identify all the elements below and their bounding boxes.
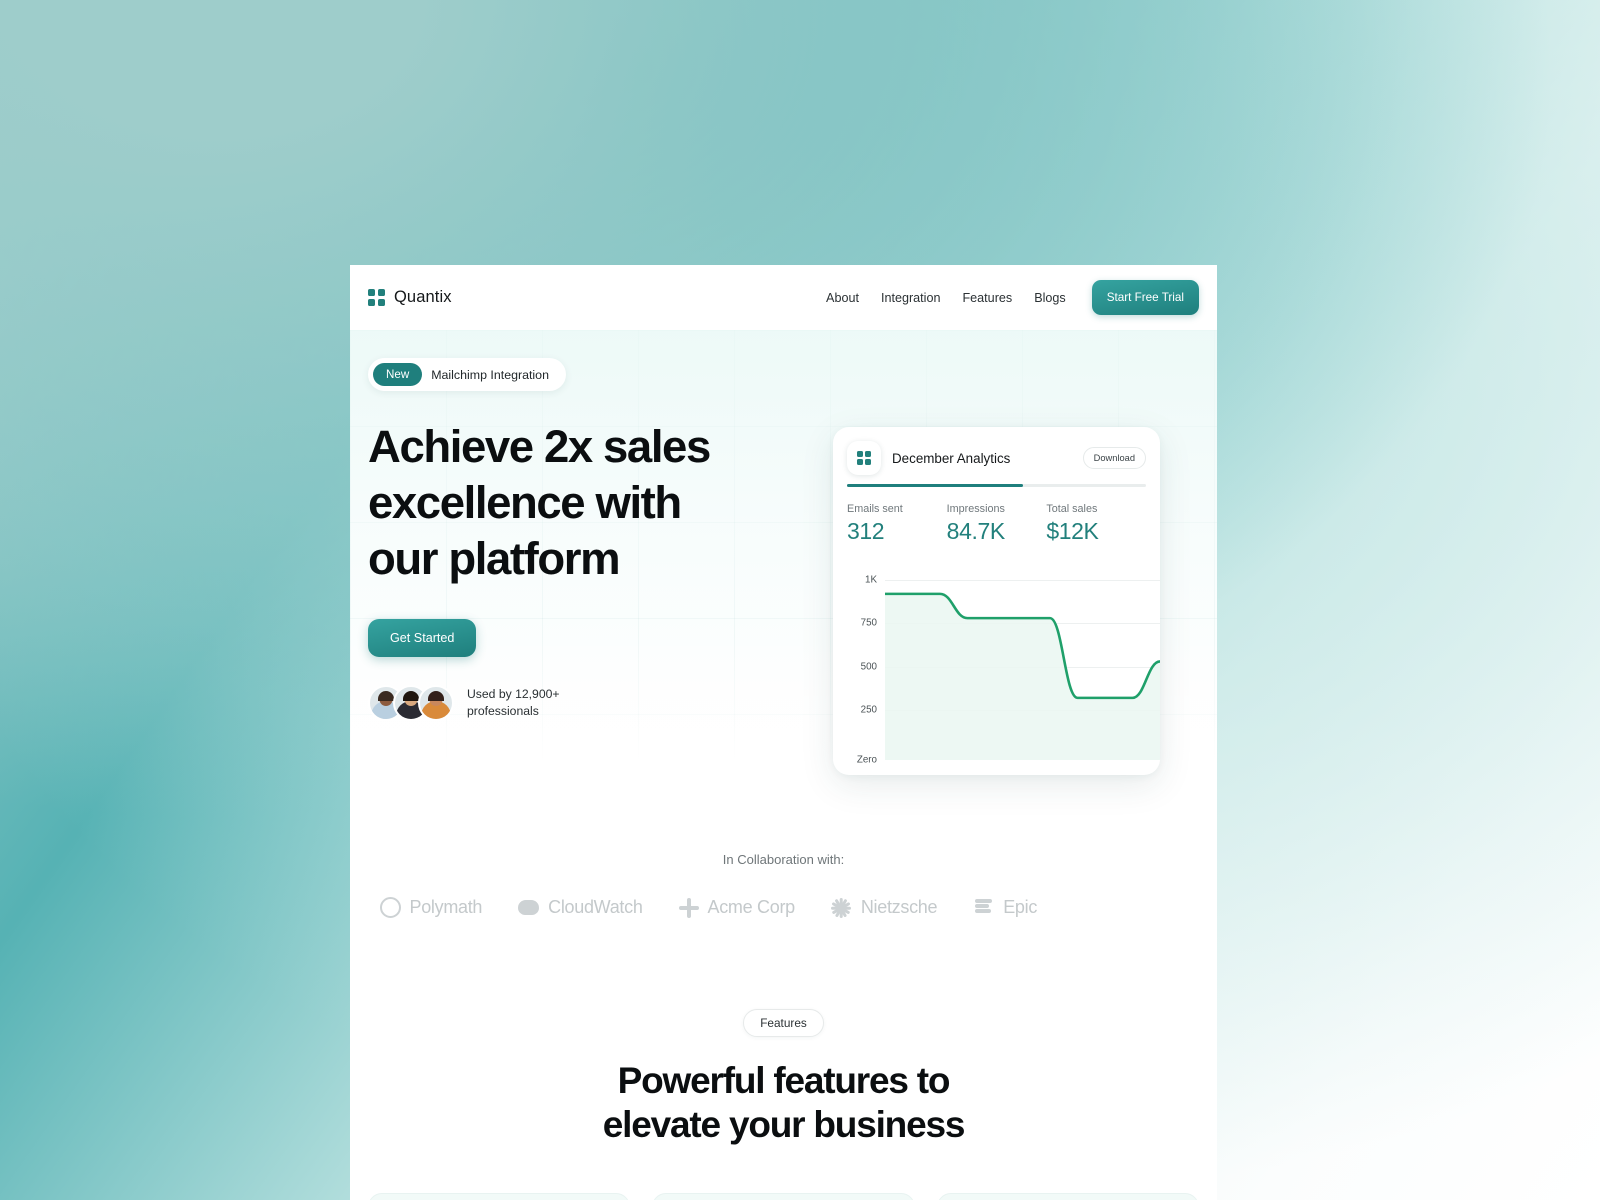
chart-tick-label: 500 bbox=[860, 661, 877, 673]
features-section: Features Powerful features to elevate yo… bbox=[350, 1009, 1217, 1200]
feature-card[interactable] bbox=[936, 1193, 1199, 1200]
partner-logo-cloudwatch: CloudWatch bbox=[518, 897, 643, 918]
partner-name: Polymath bbox=[409, 897, 483, 917]
download-button[interactable]: Download bbox=[1082, 447, 1146, 469]
partner-name: Epic bbox=[1003, 897, 1038, 917]
sparkle-icon bbox=[679, 898, 699, 918]
partner-logo-epic: Epic bbox=[973, 897, 1037, 918]
feature-cards bbox=[350, 1193, 1217, 1200]
chart-line-series bbox=[885, 592, 1160, 760]
nav-item-about[interactable]: About bbox=[826, 291, 859, 305]
progress-bar bbox=[847, 484, 1146, 487]
progress-fill bbox=[847, 484, 1024, 487]
announcement-badge[interactable]: New Mailchimp Integration bbox=[368, 358, 566, 391]
sunburst-icon bbox=[831, 897, 852, 918]
partner-logo-nietzsche: Nietzsche bbox=[831, 897, 938, 918]
social-proof-line-2: professionals bbox=[467, 704, 539, 718]
chart-plot-area bbox=[885, 558, 1160, 770]
avatar-group bbox=[368, 685, 454, 721]
page-title: Achieve 2x sales excellence with our pla… bbox=[368, 419, 798, 587]
chart-tick-label: 750 bbox=[860, 617, 877, 629]
site-header: Quantix About Integration Features Blogs… bbox=[350, 265, 1217, 330]
stack-icon bbox=[973, 898, 994, 917]
chart-tick-label: 1K bbox=[865, 574, 877, 586]
logo-marquee: rious Polymath CloudWatch Acme Corp Niet bbox=[350, 897, 1217, 937]
hero-title-line-3: our platform bbox=[368, 533, 621, 584]
stat-label: Impressions bbox=[946, 503, 1005, 515]
badge-text: Mailchimp Integration bbox=[431, 367, 549, 382]
stat-impressions: Impressions 84.7K bbox=[947, 503, 1047, 545]
logo-row: rious Polymath CloudWatch Acme Corp Niet bbox=[350, 897, 1037, 918]
social-proof-line-1: Used by 12,900+ bbox=[467, 686, 560, 701]
hero-content: New Mailchimp Integration Achieve 2x sal… bbox=[368, 358, 798, 721]
get-started-button[interactable]: Get Started bbox=[368, 619, 477, 657]
chart-tick-label: Zero bbox=[856, 754, 877, 766]
stat-total-sales: Total sales $12K bbox=[1046, 503, 1146, 545]
analytics-chart: 1K 750 500 250 Zero bbox=[833, 558, 1160, 770]
avatar bbox=[418, 685, 454, 721]
nav-item-integration[interactable]: Integration bbox=[881, 291, 941, 305]
landing-page: Quantix About Integration Features Blogs… bbox=[350, 265, 1217, 1200]
analytics-title: December Analytics bbox=[892, 450, 1011, 466]
social-proof-text: Used by 12,900+ professionals bbox=[467, 686, 560, 721]
cloud-icon bbox=[518, 900, 540, 915]
circle-ring-icon bbox=[379, 897, 401, 918]
social-proof: Used by 12,900+ professionals bbox=[368, 685, 798, 721]
stat-value: 312 bbox=[847, 518, 885, 544]
section-chip: Features bbox=[743, 1009, 824, 1037]
partner-logo-polymath: Polymath bbox=[379, 897, 483, 918]
stat-emails-sent: Emails sent 312 bbox=[847, 503, 947, 545]
hero-title-line-1: Achieve 2x sales bbox=[368, 421, 711, 472]
partner-name: CloudWatch bbox=[548, 897, 643, 917]
features-title: Powerful features to elevate your busine… bbox=[350, 1059, 1217, 1147]
partner-name: Nietzsche bbox=[860, 897, 938, 917]
partner-logo-acme-corp: Acme Corp bbox=[679, 897, 796, 918]
partner-name: Acme Corp bbox=[707, 897, 796, 917]
brand-name: Quantix bbox=[394, 288, 452, 306]
stat-label: Total sales bbox=[1046, 503, 1098, 515]
chart-tick-label: 250 bbox=[860, 704, 877, 716]
collaboration-label: In Collaboration with: bbox=[722, 852, 845, 867]
feature-card[interactable] bbox=[368, 1193, 631, 1200]
grid-2x2-icon bbox=[368, 289, 385, 306]
hero-section: New Mailchimp Integration Achieve 2x sal… bbox=[350, 330, 1217, 800]
badge-tag: New bbox=[373, 363, 423, 386]
start-free-trial-button[interactable]: Start Free Trial bbox=[1091, 280, 1199, 315]
analytics-card: December Analytics Download Emails sent … bbox=[833, 427, 1160, 775]
hero-title-line-2: excellence with bbox=[368, 477, 682, 528]
stat-value: 84.7K bbox=[946, 518, 1006, 544]
grid-2x2-icon bbox=[847, 441, 881, 475]
stat-label: Emails sent bbox=[847, 503, 903, 515]
nav-item-blogs[interactable]: Blogs bbox=[1034, 291, 1066, 305]
analytics-stats: Emails sent 312 Impressions 84.7K Total … bbox=[833, 487, 1160, 557]
main-nav: About Integration Features Blogs Start F… bbox=[826, 280, 1199, 315]
nav-item-features[interactable]: Features bbox=[962, 291, 1012, 305]
collaboration-section: In Collaboration with: rious Polymath Cl… bbox=[350, 852, 1217, 937]
brand-logo[interactable]: Quantix bbox=[368, 288, 452, 307]
chart-y-axis: 1K 750 500 250 Zero bbox=[833, 558, 885, 770]
features-title-line-2: elevate your business bbox=[602, 1104, 966, 1145]
stat-value: $12K bbox=[1046, 518, 1099, 544]
feature-card[interactable] bbox=[652, 1193, 915, 1200]
features-title-line-1: Powerful features to bbox=[617, 1060, 951, 1101]
analytics-header: December Analytics Download bbox=[833, 427, 1160, 475]
